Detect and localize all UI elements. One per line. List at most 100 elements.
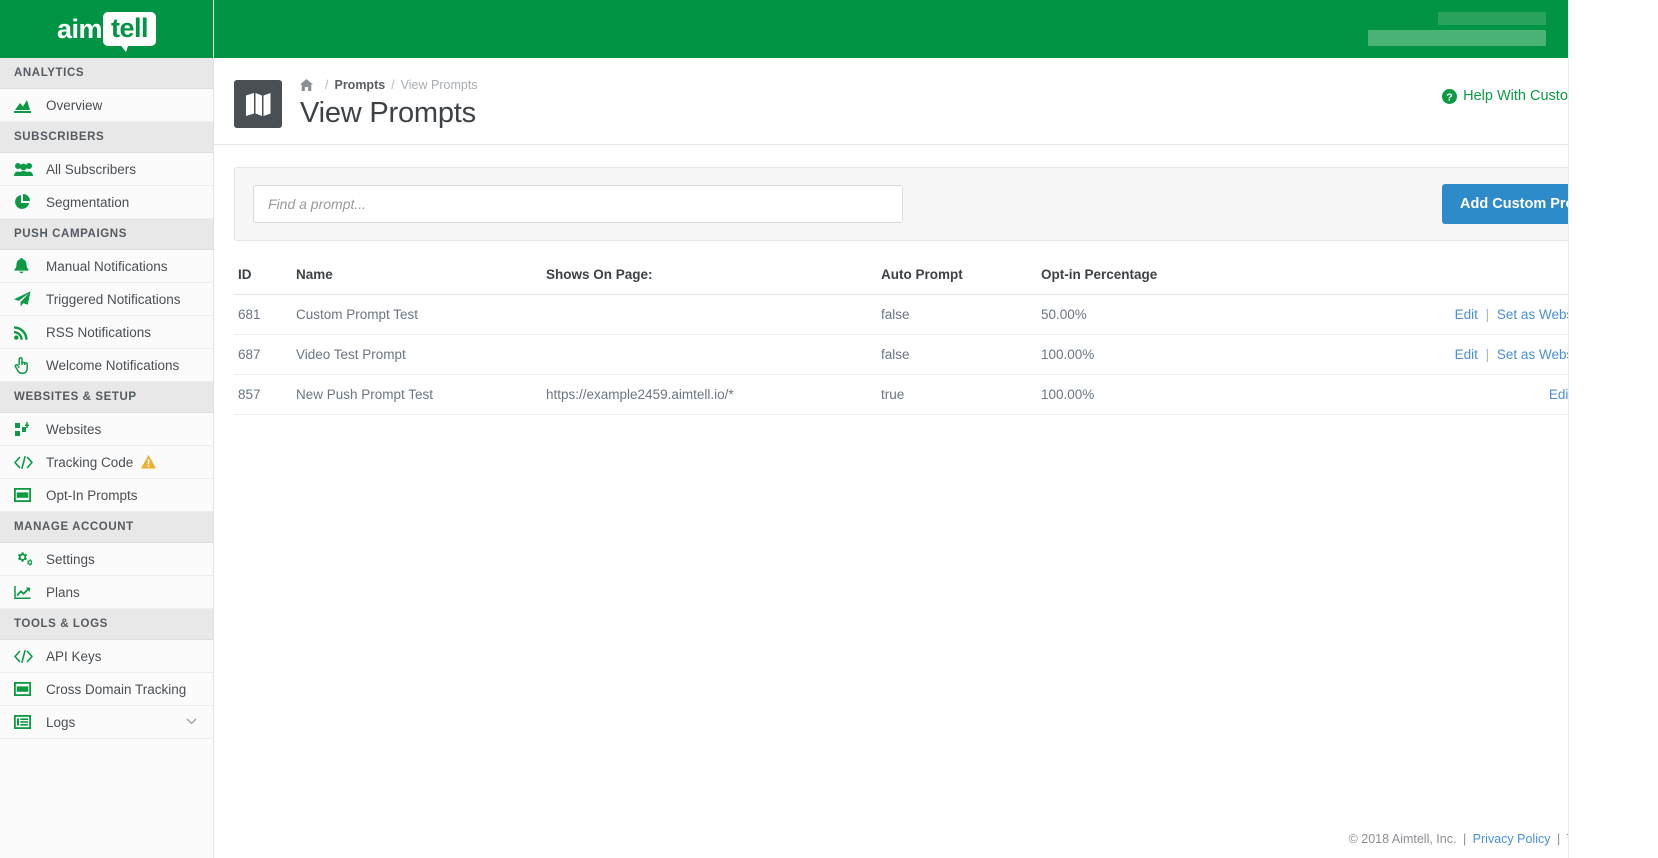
sidebar-item-settings[interactable]: Settings [0, 543, 213, 576]
paper-plane-icon [14, 291, 40, 307]
sitemap-icon [14, 422, 40, 437]
logo[interactable]: aim tell [0, 0, 213, 58]
action-separator: | [1482, 347, 1494, 362]
footer-separator: | [1554, 832, 1563, 846]
page-title: View Prompts [300, 97, 478, 130]
column-header-id: ID [234, 267, 296, 295]
cell-auto-prompt: true [881, 375, 1041, 415]
sidebar-item-label: Tracking Code [40, 455, 133, 470]
sidebar-item-label: API Keys [40, 649, 102, 664]
window-icon [14, 682, 40, 696]
sidebar-item-logs[interactable]: Logs [0, 706, 213, 739]
search-input[interactable] [253, 185, 903, 223]
table-row: 857 New Push Prompt Test https://example… [234, 375, 1638, 415]
sidebar-item-api-keys[interactable]: API Keys [0, 640, 213, 673]
notifications-button[interactable] [1569, 14, 1600, 45]
sidebar-item-label: Plans [40, 585, 80, 600]
filter-bar: Add Custom Prompt [234, 167, 1638, 241]
app-root: aim tell ANALYTICS Overview SUBSCRIBERS … [0, 0, 1658, 858]
edit-link[interactable]: Edit [1455, 307, 1478, 322]
window-icon [14, 488, 40, 502]
help-link-label: Help With Custom Prompts [1463, 88, 1638, 104]
list-icon [14, 715, 40, 729]
code-icon [14, 650, 40, 663]
column-header-shows-on-page: Shows On Page: [546, 267, 881, 295]
cell-name: New Push Prompt Test [296, 375, 546, 415]
sidebar-item-label: Overview [40, 98, 102, 113]
privacy-policy-link[interactable]: Privacy Policy [1473, 832, 1551, 846]
prompts-table: ID Name Shows On Page: Auto Prompt Opt-i… [234, 267, 1638, 415]
sidebar-item-segmentation[interactable]: Segmentation [0, 186, 213, 219]
sidebar-item-websites[interactable]: Websites [0, 413, 213, 446]
edit-link[interactable]: Edit [1549, 387, 1572, 402]
cell-auto-prompt: false [881, 295, 1041, 335]
default-link[interactable]: Default [1591, 387, 1634, 402]
sidebar-item-cross-domain-tracking[interactable]: Cross Domain Tracking [0, 673, 213, 706]
sidebar-section-subscribers: SUBSCRIBERS [0, 122, 213, 153]
bell-icon [1578, 19, 1592, 39]
sidebar-section-manage-account: MANAGE ACCOUNT [0, 512, 213, 543]
sidebar-item-label: Manual Notifications [40, 259, 168, 274]
column-header-auto-prompt: Auto Prompt [881, 267, 1041, 295]
warning-triangle-icon [141, 455, 156, 469]
action-separator: | [1482, 307, 1494, 322]
breadcrumb-separator: / [319, 78, 334, 92]
cell-shows-on-page: https://example2459.aimtell.io/* [546, 375, 881, 415]
redacted-account-name [1438, 12, 1546, 25]
sidebar-item-tracking-code[interactable]: Tracking Code [0, 446, 213, 479]
cell-opt-in-percentage: 50.00% [1041, 295, 1291, 335]
cell-name: Video Test Prompt [296, 335, 546, 375]
chevron-down-icon[interactable] [186, 717, 197, 728]
breadcrumb-current: View Prompts [401, 78, 478, 92]
column-header-name: Name [296, 267, 546, 295]
cell-opt-in-percentage: 100.00% [1041, 375, 1291, 415]
sidebar-item-manual-notifications[interactable]: Manual Notifications [0, 250, 213, 283]
sidebar-item-opt-in-prompts[interactable]: Opt-In Prompts [0, 479, 213, 512]
breadcrumb-prompts[interactable]: Prompts [334, 78, 385, 92]
footer: © 2018 Aimtell, Inc. | Privacy Policy | … [214, 832, 1658, 858]
table-row: 687 Video Test Prompt false 100.00% Edit… [234, 335, 1638, 375]
breadcrumb-separator: / [385, 78, 400, 92]
cell-id: 681 [234, 295, 296, 335]
sidebar-item-overview[interactable]: Overview [0, 89, 213, 122]
sidebar-item-triggered-notifications[interactable]: Triggered Notifications [0, 283, 213, 316]
sidebar-section-tools-logs: TOOLS & LOGS [0, 609, 213, 640]
terms-and-use-link[interactable]: Terms & Use [1566, 832, 1638, 846]
sidebar-item-label: Segmentation [40, 195, 129, 210]
help-with-custom-prompts-link[interactable]: ? Help With Custom Prompts [1442, 88, 1638, 104]
page-header: / Prompts / View Prompts View Prompts ? … [214, 58, 1658, 145]
sidebar-item-label: Opt-In Prompts [40, 488, 138, 503]
sidebar-item-label: Logs [40, 715, 75, 730]
page-header-text: / Prompts / View Prompts View Prompts [282, 76, 478, 130]
table-row: 681 Custom Prompt Test false 50.00% Edit… [234, 295, 1638, 335]
set-as-website-default-link[interactable]: Set as Website Default [1497, 307, 1634, 322]
cell-auto-prompt: false [881, 335, 1041, 375]
action-separator: | [1576, 387, 1588, 402]
add-custom-prompt-button[interactable]: Add Custom Prompt [1442, 184, 1619, 224]
rss-icon [14, 325, 40, 340]
sidebar-item-rss-notifications[interactable]: RSS Notifications [0, 316, 213, 349]
column-header-actions [1291, 267, 1638, 295]
set-as-website-default-link[interactable]: Set as Website Default [1497, 347, 1634, 362]
cell-name: Custom Prompt Test [296, 295, 546, 335]
top-bar [214, 0, 1658, 58]
edit-link[interactable]: Edit [1455, 347, 1478, 362]
home-icon[interactable] [300, 79, 313, 91]
sidebar-item-plans[interactable]: Plans [0, 576, 213, 609]
account-menu-button[interactable] [1609, 14, 1640, 45]
bell-icon [14, 258, 40, 274]
logo-text-aim: aim [57, 14, 103, 45]
cell-actions: Edit | Set as Website Default [1291, 295, 1638, 335]
footer-separator: | [1460, 832, 1469, 846]
cell-actions: Edit | Set as Website Default [1291, 335, 1638, 375]
sidebar-item-all-subscribers[interactable]: All Subscribers [0, 153, 213, 186]
sidebar-item-label: Triggered Notifications [40, 292, 181, 307]
users-icon [14, 162, 40, 177]
breadcrumb: / Prompts / View Prompts [300, 78, 478, 92]
page-content: Add Custom Prompt ID Name Shows On Page:… [214, 145, 1658, 832]
sidebar-item-welcome-notifications[interactable]: Welcome Notifications [0, 349, 213, 382]
account-info-redacted [1368, 12, 1546, 46]
cell-opt-in-percentage: 100.00% [1041, 335, 1291, 375]
area-chart-icon [14, 98, 40, 113]
sidebar-item-label: Websites [40, 422, 101, 437]
